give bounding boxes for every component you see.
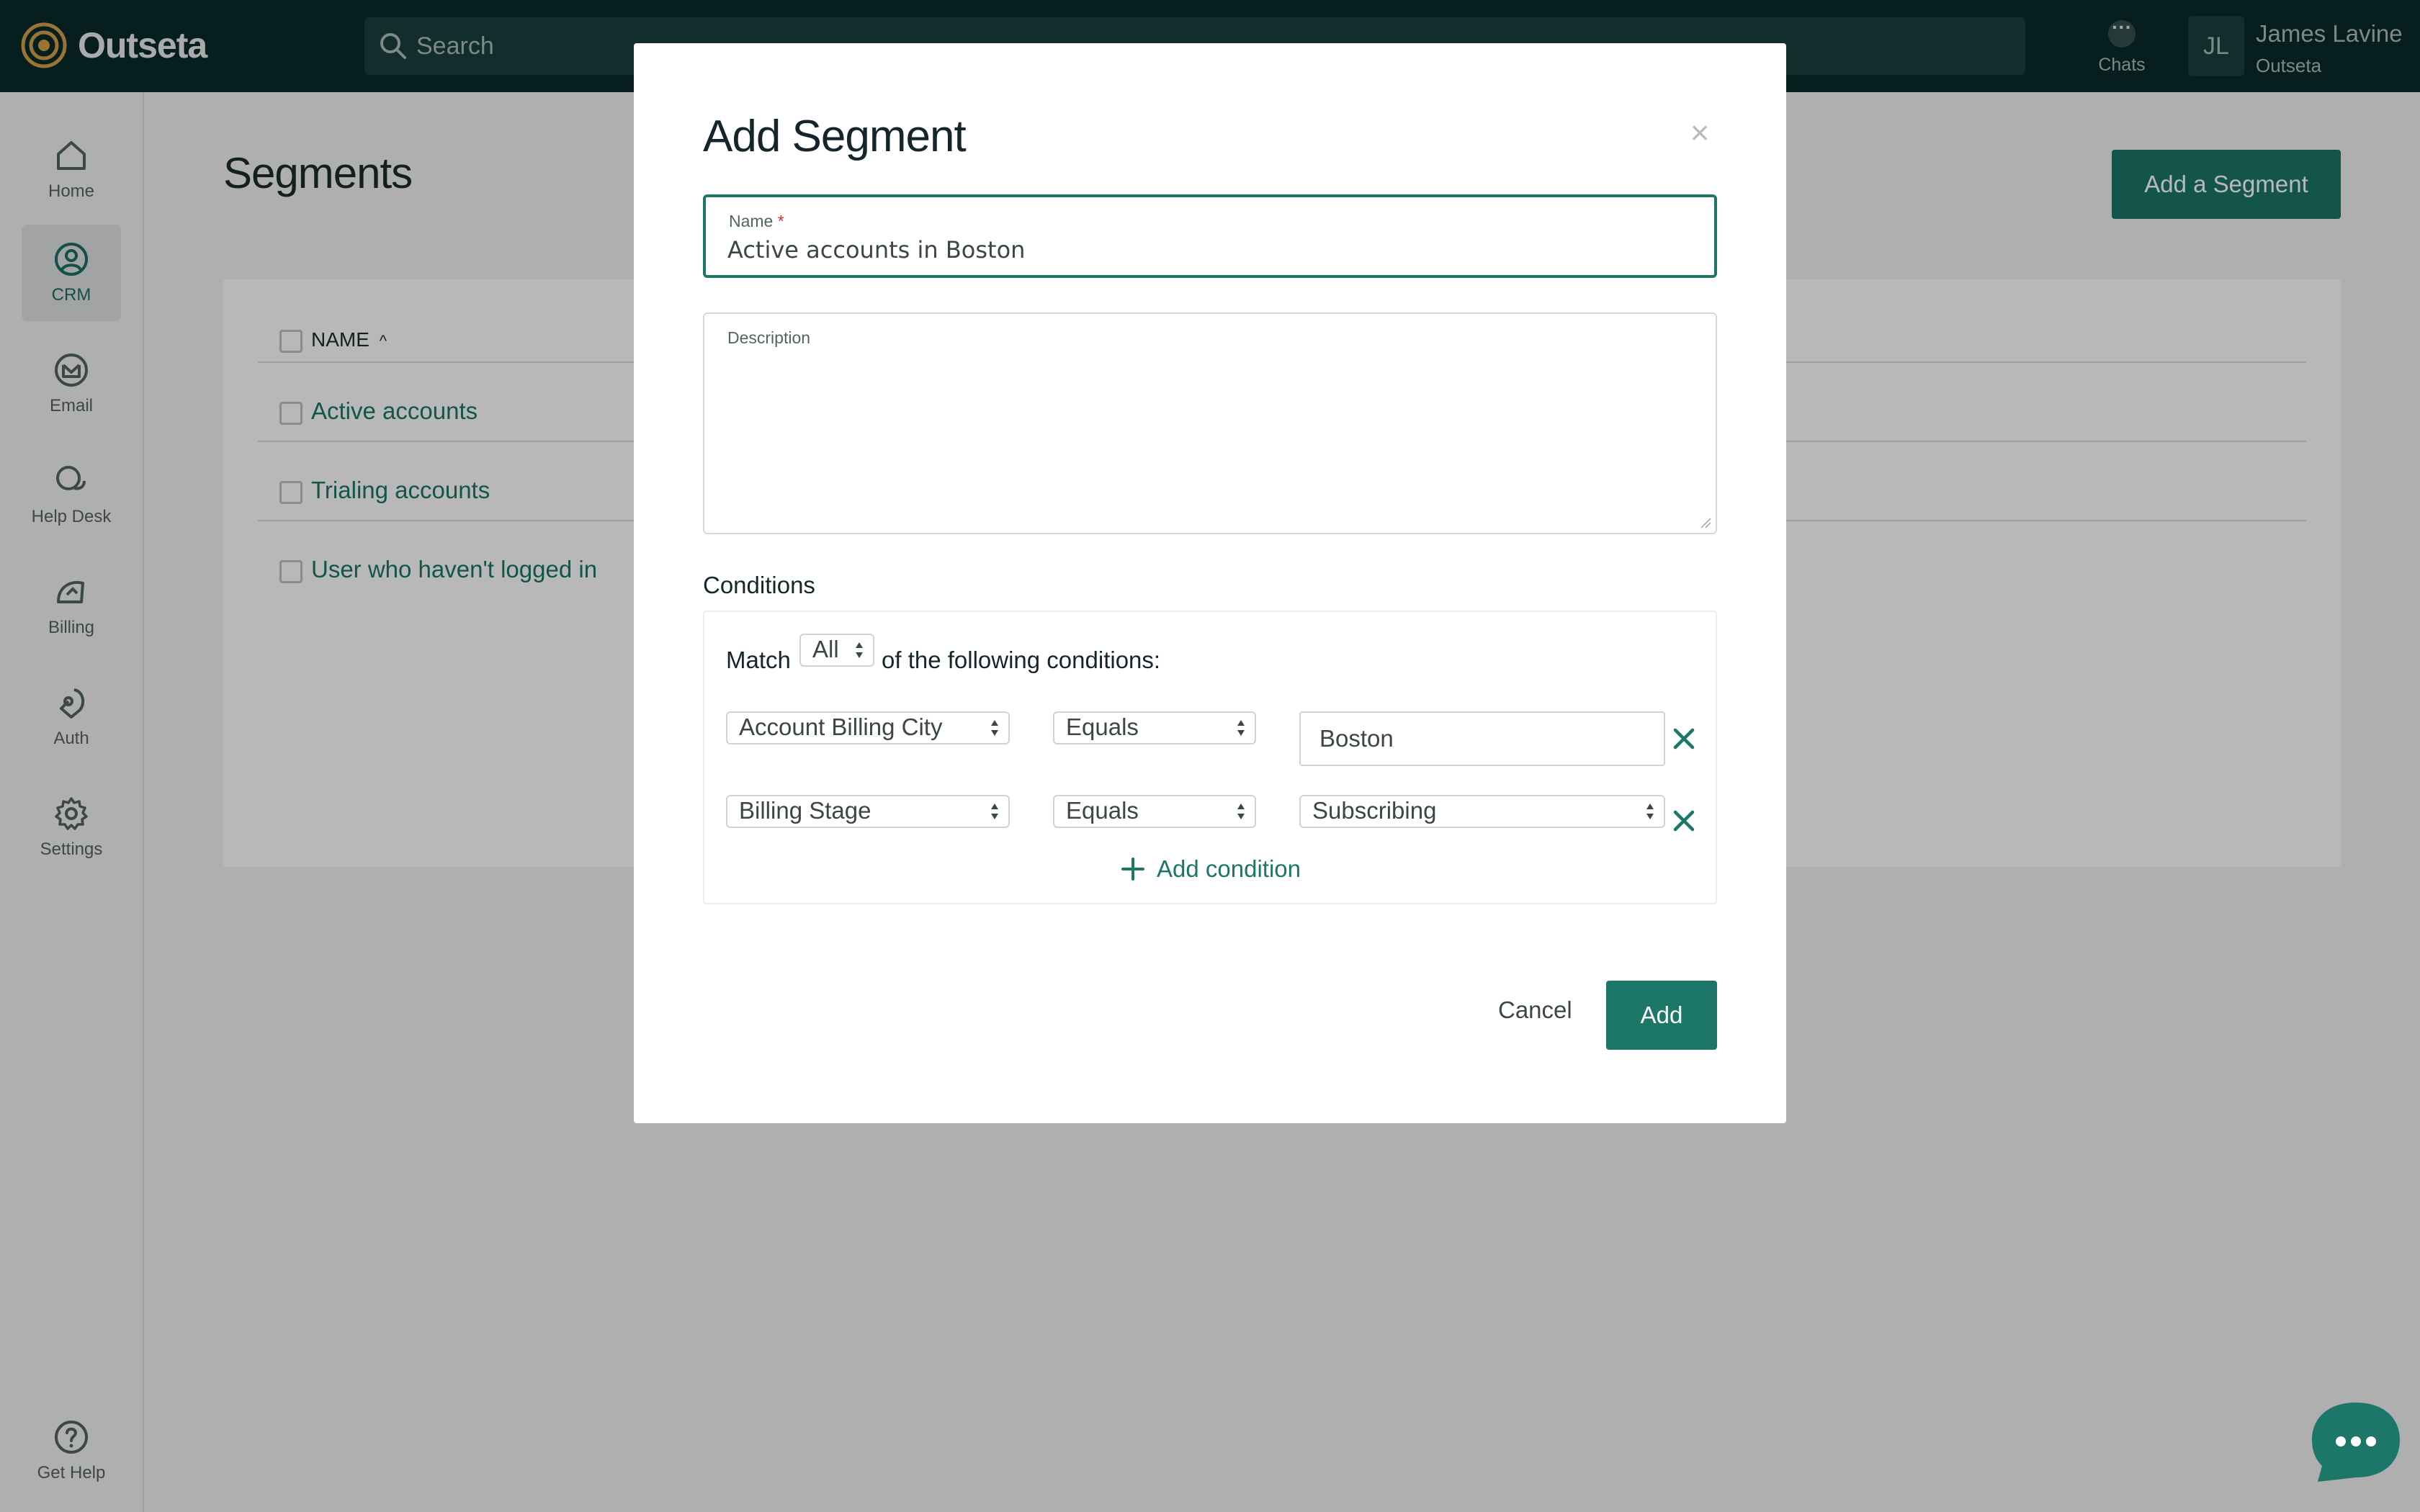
description-field-label: Description bbox=[727, 328, 811, 347]
condition-operator-select[interactable]: Equals bbox=[1053, 711, 1256, 744]
select-arrows-icon bbox=[856, 642, 863, 658]
match-suffix: of the following conditions: bbox=[882, 647, 1161, 673]
remove-condition-icon[interactable] bbox=[1670, 724, 1698, 753]
conditions-heading: Conditions bbox=[703, 572, 815, 598]
chat-launcher-icon[interactable] bbox=[2311, 1400, 2401, 1485]
match-mode-select[interactable]: All bbox=[799, 634, 874, 667]
add-segment-dialog: Add Segment × Name * Description Conditi… bbox=[634, 43, 1786, 1123]
add-button[interactable]: Add bbox=[1606, 981, 1717, 1050]
name-field[interactable]: Name * bbox=[703, 194, 1717, 278]
condition-field-select[interactable]: Billing Stage bbox=[726, 795, 1010, 828]
add-condition-button[interactable]: Add condition bbox=[1121, 852, 1301, 886]
plus-icon bbox=[1121, 858, 1144, 881]
select-arrows-icon bbox=[991, 804, 998, 819]
select-arrows-icon bbox=[1237, 804, 1245, 819]
condition-value-input[interactable]: Boston bbox=[1299, 711, 1665, 766]
name-field-label: Name * bbox=[729, 212, 784, 230]
resize-handle-icon[interactable] bbox=[1700, 517, 1711, 528]
select-arrows-icon bbox=[1237, 720, 1245, 736]
match-label: Match bbox=[726, 647, 791, 673]
add-condition-label: Add condition bbox=[1157, 855, 1301, 882]
remove-condition-icon[interactable] bbox=[1670, 806, 1698, 835]
select-arrows-icon bbox=[1646, 804, 1654, 819]
required-marker: * bbox=[777, 212, 784, 230]
name-input[interactable] bbox=[727, 233, 1678, 266]
description-input[interactable] bbox=[726, 357, 1691, 516]
condition-field-select[interactable]: Account Billing City bbox=[726, 711, 1010, 744]
close-icon[interactable]: × bbox=[1685, 116, 1714, 149]
cancel-button[interactable]: Cancel bbox=[1498, 992, 1572, 1028]
description-field[interactable]: Description bbox=[703, 312, 1717, 534]
conditions-panel: Match All of the following conditions: A… bbox=[703, 611, 1717, 904]
condition-value-select[interactable]: Subscribing bbox=[1299, 795, 1665, 828]
dialog-title: Add Segment bbox=[703, 112, 967, 161]
select-arrows-icon bbox=[991, 720, 998, 736]
condition-operator-select[interactable]: Equals bbox=[1053, 795, 1256, 828]
